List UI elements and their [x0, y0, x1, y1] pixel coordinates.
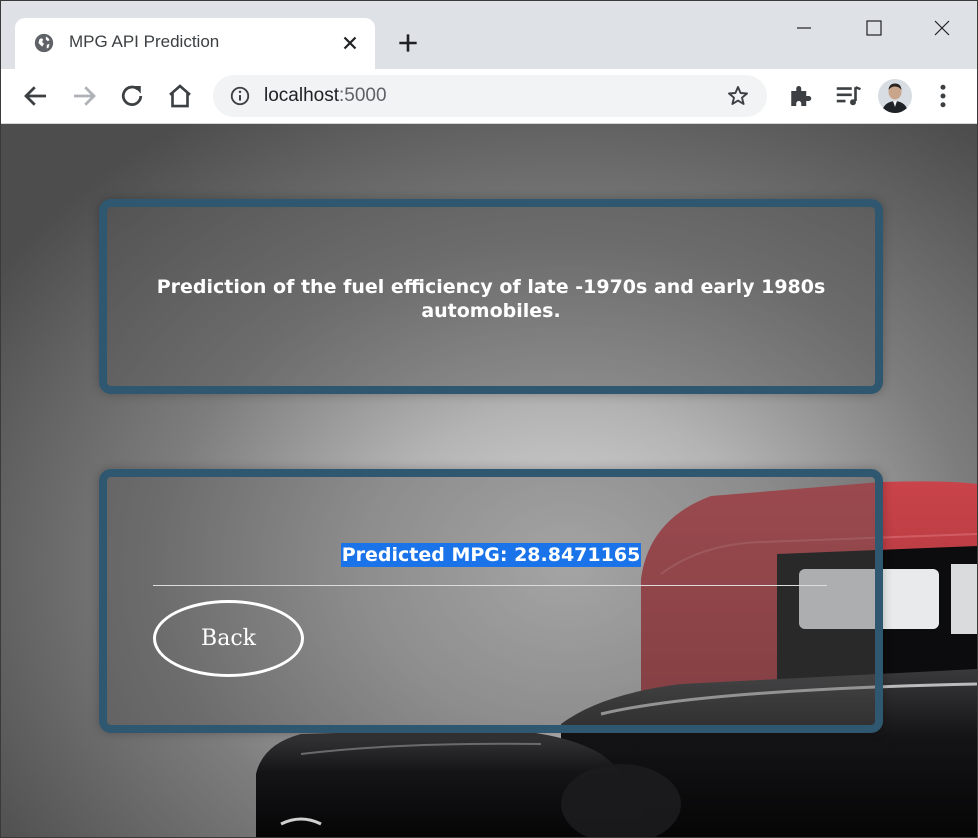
url-text[interactable]: localhost:5000: [264, 85, 387, 107]
address-bar[interactable]: localhost:5000: [213, 75, 767, 117]
result-row: Predicted MPG: 28.8471165: [107, 543, 875, 567]
browser-window: MPG API Prediction localhost:5000 Predic…: [0, 0, 978, 838]
url-host: localhost: [264, 85, 339, 106]
media-queue-icon[interactable]: [833, 81, 863, 111]
arrow-left-icon[interactable]: [21, 81, 51, 111]
tab-active[interactable]: MPG API Prediction: [15, 18, 375, 69]
page-heading: Prediction of the fuel efficiency of lat…: [156, 276, 826, 322]
url-port: :5000: [339, 85, 387, 106]
arrow-right-icon[interactable]: [69, 81, 99, 111]
plus-icon[interactable]: [395, 30, 421, 56]
globe-icon: [34, 33, 54, 53]
star-icon[interactable]: [726, 84, 750, 108]
page-viewport: Prediction of the fuel efficiency of lat…: [1, 124, 977, 837]
close-icon[interactable]: [339, 32, 361, 54]
header-card: Prediction of the fuel efficiency of lat…: [99, 199, 883, 394]
kebab-menu-icon[interactable]: [928, 81, 958, 111]
minimize-icon[interactable]: [781, 13, 827, 43]
divider: [153, 585, 827, 586]
reload-icon[interactable]: [117, 81, 147, 111]
back-button[interactable]: Back: [153, 600, 304, 677]
tab-title: MPG API Prediction: [69, 32, 220, 51]
predicted-mpg-text[interactable]: Predicted MPG: 28.8471165: [340, 543, 642, 567]
puzzle-icon[interactable]: [785, 81, 815, 111]
maximize-icon[interactable]: [851, 13, 897, 43]
avatar[interactable]: [878, 79, 912, 113]
browser-toolbar: localhost:5000: [1, 69, 977, 124]
window-close-icon[interactable]: [919, 13, 965, 43]
avatar-image: [878, 79, 912, 113]
info-icon[interactable]: [229, 85, 251, 107]
tab-strip: MPG API Prediction: [1, 1, 977, 69]
result-card: Predicted MPG: 28.8471165 Back: [99, 469, 883, 733]
home-icon[interactable]: [165, 81, 195, 111]
